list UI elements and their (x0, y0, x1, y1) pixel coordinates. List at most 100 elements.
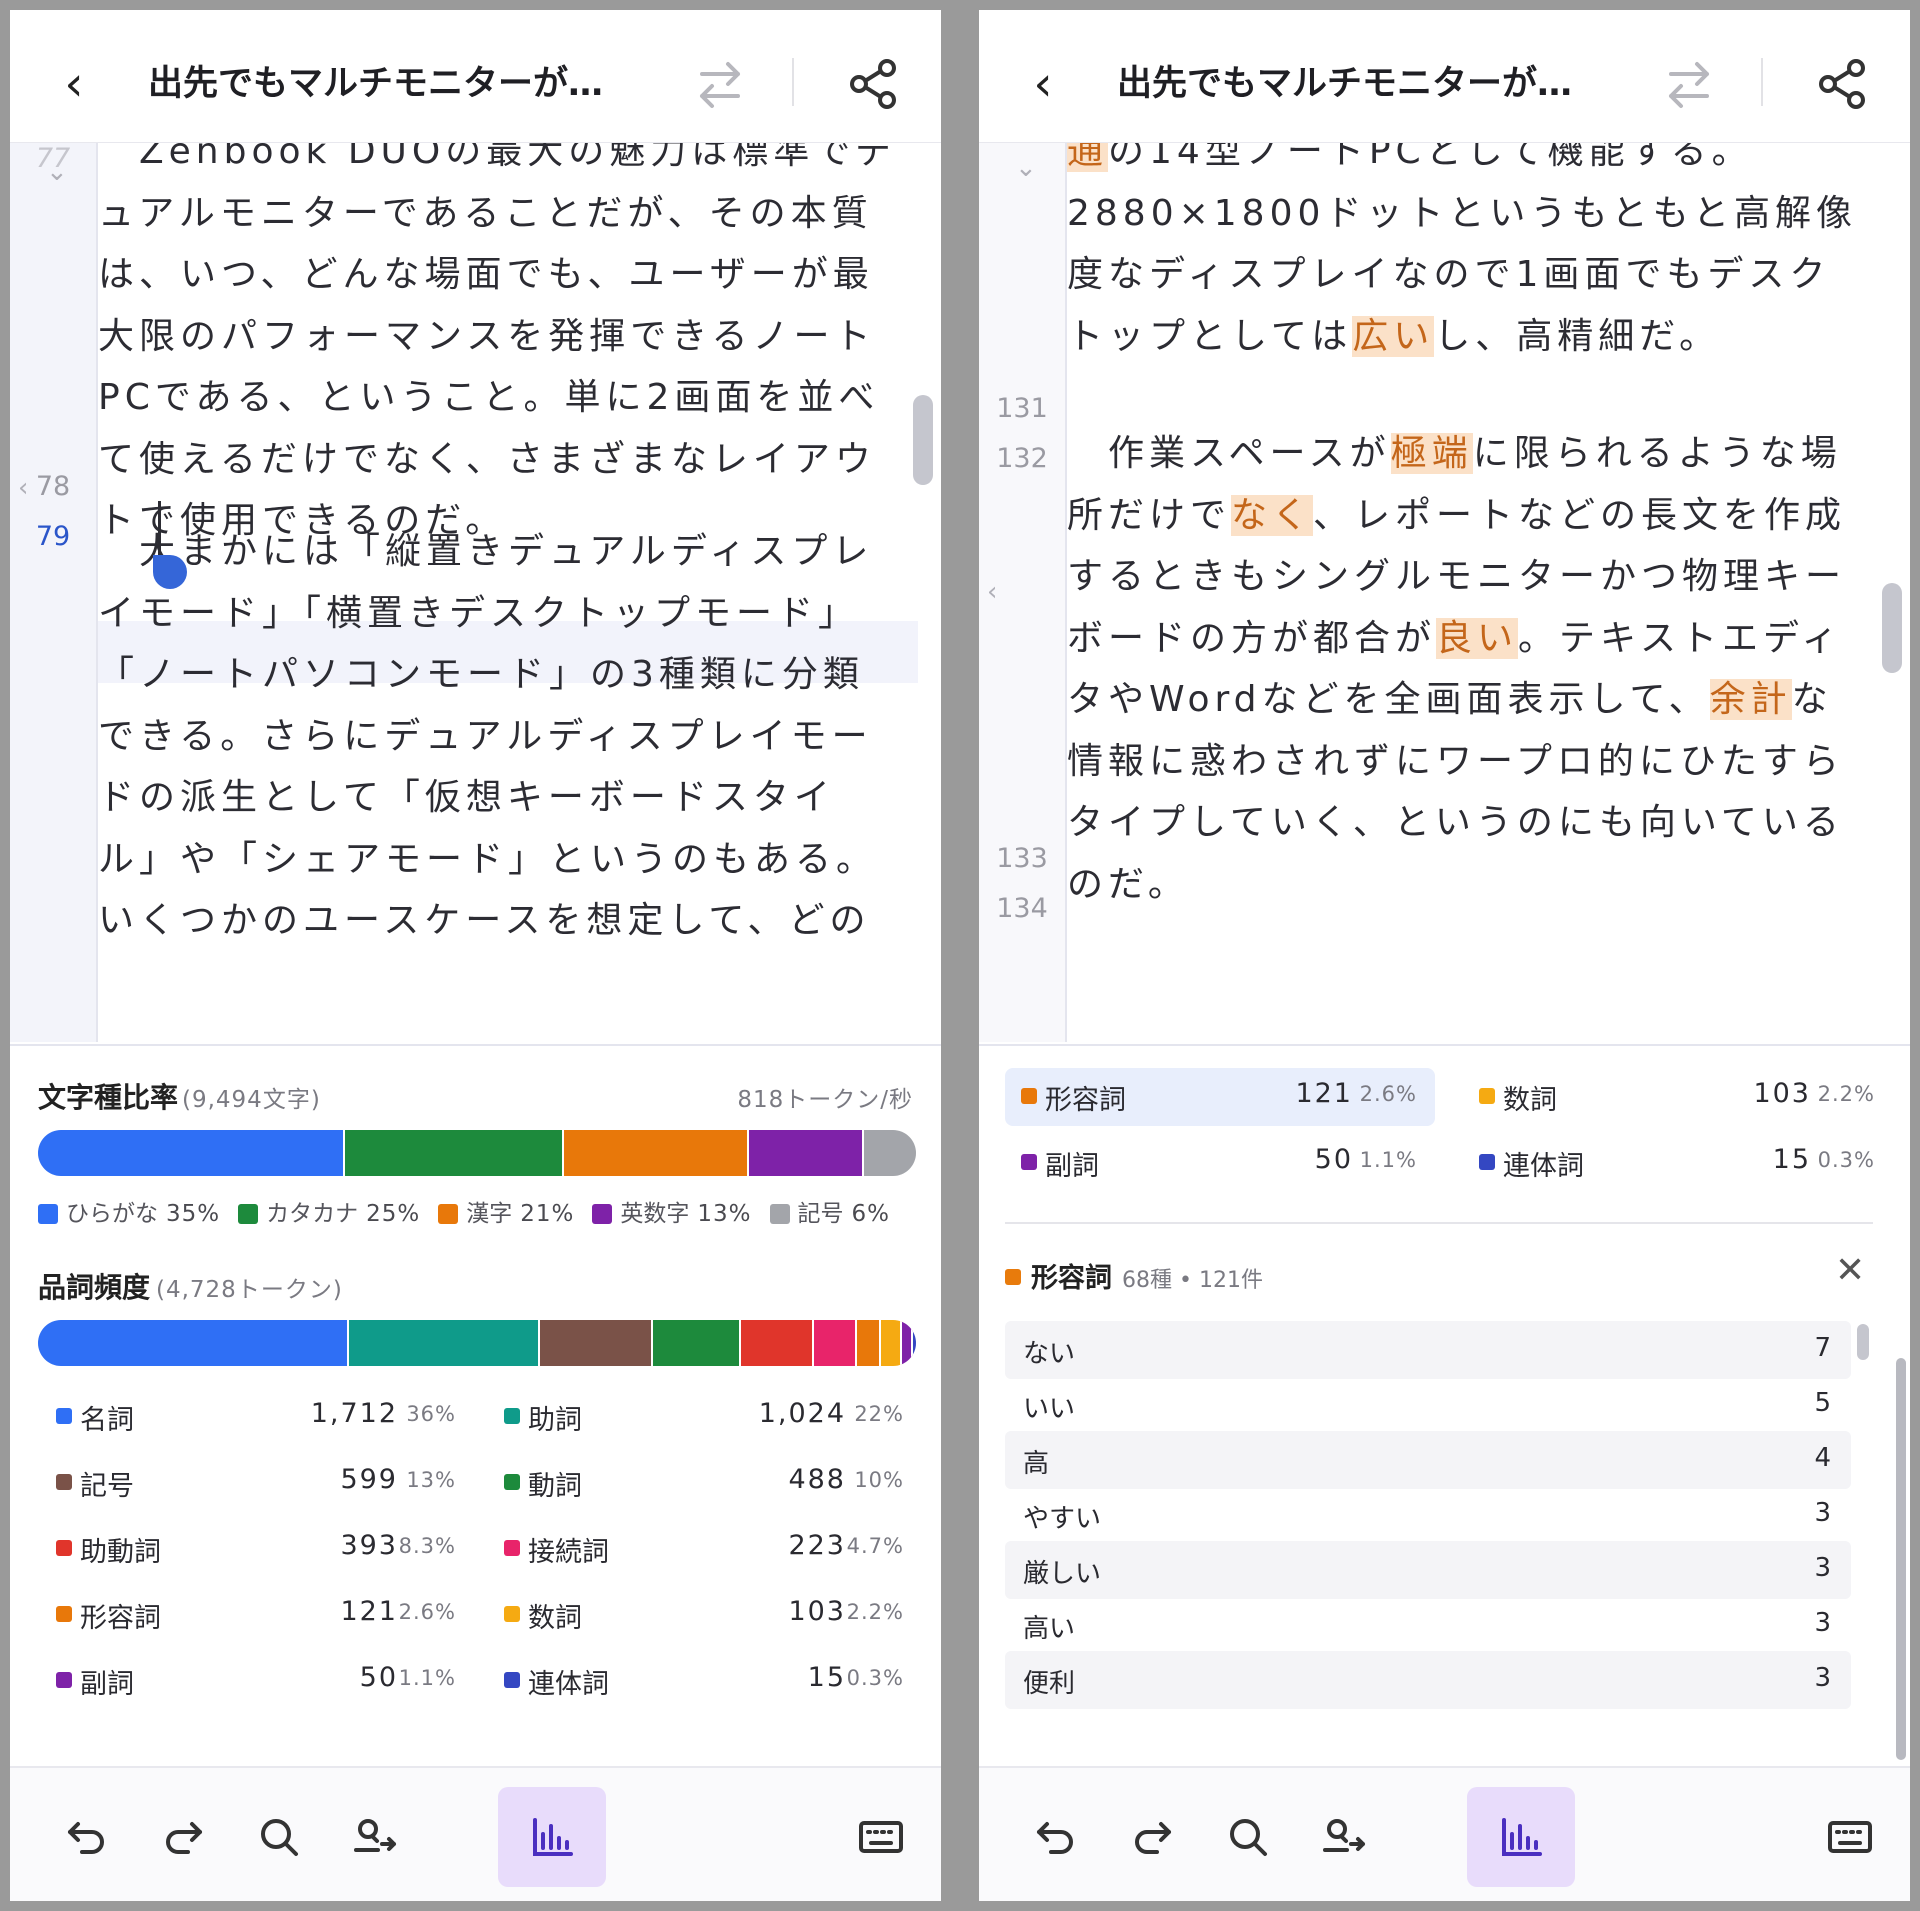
replace-button[interactable] (1299, 1787, 1389, 1887)
undo-icon (1037, 1822, 1073, 1854)
highlighted-word[interactable]: 広い (1352, 315, 1435, 357)
pos-swatch (504, 1672, 520, 1688)
pos-row[interactable]: 形容詞 121 2.6% (1005, 1068, 1435, 1126)
highlighted-word[interactable]: なく (1231, 494, 1314, 536)
collapse-chevron-icon[interactable]: ‹ (987, 577, 997, 607)
pos-swatch (1479, 1154, 1495, 1170)
pos-row[interactable]: 動詞 488 10% (504, 1454, 904, 1514)
panel-scrollbar[interactable] (1896, 1358, 1906, 1760)
keyboard-button[interactable] (1805, 1787, 1895, 1887)
swap-icon[interactable] (1659, 54, 1719, 114)
swap-icon[interactable] (690, 54, 750, 114)
back-button[interactable]: ‹ (1019, 54, 1067, 114)
word-text: 高 (1023, 1449, 1050, 1479)
pos-freq-segment (38, 1320, 349, 1366)
pos-row[interactable]: 助詞 1,024 22% (504, 1388, 904, 1448)
pos-row[interactable]: 副詞 50 1.1% (1005, 1134, 1435, 1192)
word-list: ない 7 いい 5 高 4 やすい 3 厳しい 3 高い 3 便利 3 (1005, 1321, 1851, 1756)
pos-swatch (56, 1606, 72, 1622)
redo-button[interactable] (138, 1787, 228, 1887)
pos-row[interactable]: 連体詞 15 0.3% (504, 1652, 904, 1712)
word-row[interactable]: やすい 3 (1005, 1486, 1851, 1544)
pos-detail-title: 形容詞 (1031, 1263, 1112, 1294)
search-button[interactable] (1203, 1787, 1293, 1887)
search-button[interactable] (234, 1787, 324, 1887)
pos-freq-title: 品詞頻度 (38, 1271, 151, 1304)
fold-chevron-icon[interactable]: ⌄ (46, 157, 68, 187)
editor-scrollbar[interactable] (1882, 583, 1902, 673)
redo-button[interactable] (1107, 1787, 1197, 1887)
word-row[interactable]: ない 7 (1005, 1321, 1851, 1379)
keyboard-button[interactable] (836, 1787, 926, 1887)
line-number-active: 79 (35, 521, 71, 552)
pos-name: 数詞 (1503, 1085, 1557, 1116)
right-screen: ‹ 出先でもマルチモニターが… ⌄ 131 132 ‹ 133 134 通の14… (979, 10, 1910, 1901)
pos-percent: 1.1% (1359, 1148, 1417, 1172)
text-editor[interactable]: ⌄ 131 132 ‹ 133 134 通の14型ノートPCとして機能する。28… (979, 143, 1910, 1042)
fold-chevron-icon[interactable]: ⌄ (1015, 153, 1037, 183)
word-row[interactable]: 便利 3 (1005, 1651, 1851, 1709)
word-text: ない (1023, 1339, 1076, 1369)
pos-percent: 22% (854, 1402, 904, 1426)
pos-row[interactable]: 連体詞 15 0.3% (1463, 1134, 1893, 1192)
pos-freq-segment (881, 1320, 902, 1366)
char-ratio-count: (9,494文字) (182, 1087, 321, 1113)
pos-row[interactable]: 助動詞 393 8.3% (56, 1520, 456, 1580)
word-list-scrollbar[interactable] (1857, 1324, 1869, 1360)
search-icon (1230, 1819, 1267, 1856)
pos-swatch (504, 1474, 520, 1490)
stats-button[interactable] (498, 1787, 606, 1887)
pos-swatch (56, 1672, 72, 1688)
stats-button[interactable] (1467, 1787, 1575, 1887)
share-icon[interactable] (843, 54, 903, 114)
stats-icon (533, 1818, 573, 1856)
keyboard-icon (859, 1821, 903, 1853)
pos-count: 103 (788, 1596, 846, 1627)
word-row[interactable]: 高い 3 (1005, 1596, 1851, 1654)
highlighted-word[interactable]: 極端 (1390, 433, 1473, 474)
pos-row[interactable]: 名詞 1,712 36% (56, 1388, 456, 1448)
legend-label: 記号 (797, 1201, 844, 1227)
pos-freq-count: (4,728トークン) (156, 1277, 343, 1303)
collapse-chevron-icon[interactable]: ‹ (18, 473, 28, 503)
undo-button[interactable] (42, 1787, 132, 1887)
word-count: 4 (1814, 1443, 1831, 1473)
editor-text-area[interactable]: 通の14型ノートPCとして機能する。2880×1800ドットというもともと高解像… (1067, 143, 1887, 1042)
pos-row[interactable]: 記号 599 13% (56, 1454, 456, 1514)
word-row[interactable]: 厳しい 3 (1005, 1541, 1851, 1599)
highlighted-word[interactable]: 余計 (1709, 679, 1792, 720)
word-row[interactable]: 高4 (1005, 1431, 1851, 1489)
text-editor[interactable]: 77 ⌄ 78 ‹ 79 Zenbook DUOの最大の魅力は標準でデュアルモニ… (10, 143, 941, 1042)
replace-button[interactable] (330, 1787, 420, 1887)
stats-panel: 形容詞 121 2.6% 数詞 103 2.2% 副詞 50 1.1% 連体詞 15 0.3% 形容詞… (979, 1044, 1910, 1768)
redo-icon (1135, 1822, 1171, 1854)
word-count: 7 (1814, 1333, 1831, 1363)
highlighted-word[interactable]: 通 (1067, 143, 1109, 172)
editor-text-area[interactable]: Zenbook DUOの最大の魅力は標準でデュアルモニターであることだが、その本… (98, 143, 918, 1042)
share-icon[interactable] (1812, 54, 1872, 114)
word-text: いい (1023, 1394, 1076, 1424)
pos-name: 連体詞 (1503, 1151, 1584, 1182)
pos-row[interactable]: 接続詞 223 4.7% (504, 1520, 904, 1580)
char-ratio-segment (748, 1130, 864, 1176)
back-button[interactable]: ‹ (50, 54, 98, 114)
pos-freq-segment (913, 1320, 916, 1366)
pos-row[interactable]: 形容詞 121 2.6% (56, 1586, 456, 1646)
legend-item: 漢字 21% (438, 1201, 574, 1227)
pos-count: 488 (788, 1464, 846, 1495)
pos-row[interactable]: 数詞 103 2.2% (1463, 1068, 1893, 1126)
pos-percent: 2.2% (1817, 1082, 1875, 1106)
undo-button[interactable] (1011, 1787, 1101, 1887)
line-number: 133 (996, 843, 1048, 874)
pos-row[interactable]: 数詞 103 2.2% (504, 1586, 904, 1646)
search-icon (261, 1819, 298, 1856)
close-icon[interactable]: ✕ (1835, 1250, 1865, 1291)
editor-scrollbar[interactable] (913, 395, 933, 485)
highlighted-word[interactable]: 良い (1436, 617, 1519, 659)
pos-row[interactable]: 副詞 50 1.1% (56, 1652, 456, 1712)
word-row[interactable]: いい 5 (1005, 1376, 1851, 1434)
pos-name: 副詞 (80, 1669, 134, 1700)
paragraph-130: 通の14型ノートPCとして機能する。2880×1800ドットというもともと高解像… (1067, 143, 1867, 367)
cursor-handle[interactable] (153, 555, 187, 589)
paragraph-77: Zenbook DUOの最大の魅力は標準でデュアルモニターであることだが、その本… (98, 143, 897, 541)
